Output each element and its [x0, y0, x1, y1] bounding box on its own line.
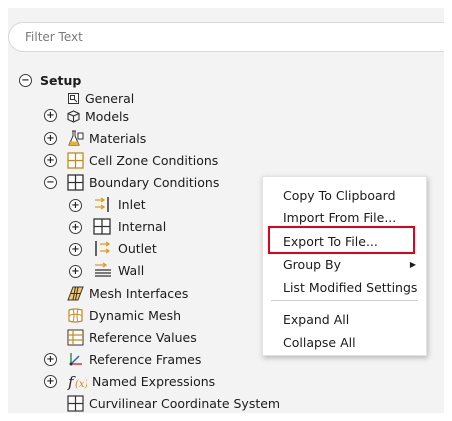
tree-item-label: General	[85, 91, 135, 106]
models-cube-icon	[67, 110, 80, 123]
tree-item-materials[interactable]: Materials	[67, 128, 146, 149]
menu-separator	[271, 300, 418, 301]
export-highlight-box	[268, 226, 415, 254]
submenu-arrow-icon: ▶	[409, 259, 416, 269]
menu-item-group-by[interactable]: Group By ▶	[283, 254, 416, 274]
tree-item-label: Mesh Interfaces	[89, 286, 189, 301]
reference-values-icon	[67, 329, 84, 346]
tree-item-mesh-interfaces[interactable]: Mesh Interfaces	[67, 283, 188, 304]
expand-named-expressions-icon[interactable]: +	[44, 375, 57, 388]
tree-item-label: Reference Values	[89, 330, 197, 345]
menu-item-expand-all[interactable]: Expand All	[283, 309, 349, 329]
dynamic-mesh-icon	[67, 307, 84, 324]
inlet-arrows-icon	[93, 196, 113, 213]
tree-item-named-expressions[interactable]: f(x) Named Expressions	[67, 371, 215, 392]
tree-item-label: Internal	[118, 219, 167, 234]
menu-item-list-modified-settings[interactable]: List Modified Settings	[283, 277, 417, 297]
tree-item-wall[interactable]: Wall	[93, 260, 144, 281]
expand-models-icon[interactable]: +	[44, 109, 57, 122]
menu-item-copy-to-clipboard[interactable]: Copy To Clipboard	[283, 185, 396, 205]
outlet-arrows-icon	[93, 240, 113, 257]
expand-wall-icon[interactable]: +	[69, 265, 82, 278]
expand-materials-icon[interactable]: +	[44, 132, 57, 145]
materials-flask-icon	[67, 130, 84, 147]
expand-internal-icon[interactable]: +	[69, 221, 82, 234]
tree-item-cell-zone-conditions[interactable]: Cell Zone Conditions	[67, 150, 218, 171]
cell-zone-grid-icon	[67, 152, 84, 169]
tree-item-label: Outlet	[118, 241, 157, 256]
tree-item-reference-frames[interactable]: Reference Frames	[67, 349, 201, 370]
tree-item-label: Curvilinear Coordinate System	[89, 396, 281, 411]
tree-item-label: Wall	[118, 263, 145, 278]
boundary-conditions-grid-icon	[67, 174, 84, 191]
collapse-setup-icon[interactable]: −	[19, 74, 32, 87]
tree-item-label: Reference Frames	[89, 352, 202, 367]
expand-reference-frames-icon[interactable]: +	[44, 353, 57, 366]
tree-item-label: Models	[85, 109, 130, 124]
tree-item-label: Dynamic Mesh	[89, 308, 182, 323]
context-menu: Copy To Clipboard Import From File... Ex…	[262, 176, 427, 356]
tree-item-reference-values[interactable]: Reference Values	[67, 327, 197, 348]
tree-item-label: Setup	[40, 73, 82, 88]
internal-grid-icon	[93, 218, 113, 235]
menu-item-import-from-file[interactable]: Import From File...	[283, 207, 396, 227]
tree-item-inlet[interactable]: Inlet	[93, 194, 146, 215]
tree-item-curvilinear-coordinate-system[interactable]: Curvilinear Coordinate System	[67, 393, 280, 414]
tree-item-label: Cell Zone Conditions	[89, 153, 219, 168]
function-fx-icon: f(x)	[67, 373, 87, 390]
menu-item-collapse-all[interactable]: Collapse All	[283, 332, 356, 352]
tree-item-label: Inlet	[118, 197, 146, 212]
tree-item-label: Materials	[89, 131, 147, 146]
svg-text:(x): (x)	[75, 379, 87, 390]
collapse-boundary-icon[interactable]: −	[44, 176, 57, 189]
tree-item-label: Named Expressions	[92, 374, 216, 389]
expand-inlet-icon[interactable]: +	[69, 199, 82, 212]
wall-icon	[93, 262, 113, 279]
tree-item-dynamic-mesh[interactable]: Dynamic Mesh	[67, 305, 181, 326]
tree-item-label: Boundary Conditions	[89, 175, 220, 190]
expand-outlet-icon[interactable]: +	[69, 243, 82, 256]
tree-item-boundary-conditions[interactable]: Boundary Conditions	[63, 172, 275, 193]
curvilinear-grid-icon	[67, 395, 84, 412]
general-settings-icon	[67, 92, 80, 105]
reference-frames-axes-icon	[67, 351, 84, 368]
mesh-interfaces-icon	[67, 285, 84, 302]
expand-cell-zone-icon[interactable]: +	[44, 154, 57, 167]
tree-item-internal[interactable]: Internal	[93, 216, 166, 237]
tree-item-models[interactable]: Models	[67, 106, 129, 127]
tree-item-outlet[interactable]: Outlet	[93, 238, 157, 259]
filter-text-input[interactable]	[8, 22, 444, 52]
